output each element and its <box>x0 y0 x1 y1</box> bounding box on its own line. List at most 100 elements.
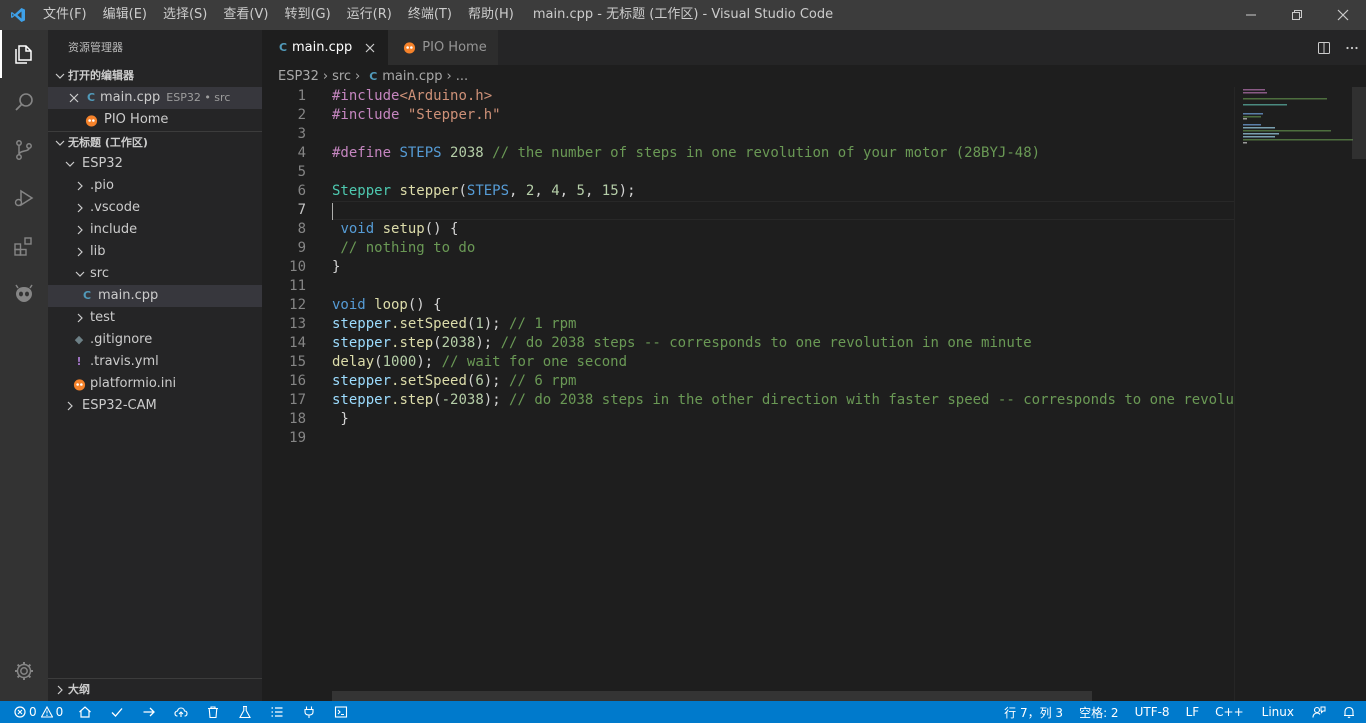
menu-view[interactable]: 查看(V) <box>215 0 276 30</box>
tab-pio-home[interactable]: PIO Home <box>388 30 499 65</box>
sidebar-title: 资源管理器 <box>68 41 123 54</box>
code-token: 15 <box>601 183 619 199</box>
indentation[interactable]: 空格: 2 <box>1071 701 1127 723</box>
close-icon <box>365 43 375 52</box>
minimize-button[interactable] <box>1228 0 1274 30</box>
run-debug-button[interactable] <box>0 174 48 222</box>
cpp-file-icon: C <box>82 289 92 302</box>
code-editor[interactable]: 1 2 3 4 5 6 7 8 9 10 11 12 13 14 15 16 1… <box>262 87 1366 701</box>
chevron-right-icon <box>72 219 88 241</box>
code-line: #include "Stepper.h" <box>332 106 1234 125</box>
pio-remote-upload-button[interactable] <box>165 701 197 723</box>
open-editor-pio-home[interactable]: PIO Home <box>48 109 262 131</box>
tree-folder-pio[interactable]: .pio <box>48 175 262 197</box>
breadcrumb-item[interactable]: ESP32 <box>278 69 319 84</box>
menu-go[interactable]: 转到(G) <box>276 0 338 30</box>
end-of-line[interactable]: LF <box>1178 701 1208 723</box>
open-editor-main-cpp[interactable]: C main.cpp ESP32 • src <box>48 87 262 109</box>
editor-tabs: C main.cpp PIO Home <box>262 30 1366 65</box>
scrollbar-thumb[interactable] <box>1352 87 1366 159</box>
title-bar: 文件(F) 编辑(E) 选择(S) 查看(V) 转到(G) 运行(R) 终端(T… <box>0 0 1366 30</box>
pio-build-button[interactable] <box>101 701 133 723</box>
tree-label: lib <box>90 244 106 259</box>
tree-folder-vscode[interactable]: .vscode <box>48 197 262 219</box>
pio-home-status-button[interactable] <box>69 701 101 723</box>
code-token: ( <box>433 335 442 351</box>
tree-folder-include[interactable]: include <box>48 219 262 241</box>
pio-upload-button[interactable] <box>133 701 165 723</box>
tree-folder-esp32[interactable]: ESP32 <box>48 153 262 175</box>
platformio-button[interactable] <box>0 270 48 318</box>
code-token: stepper <box>332 373 392 389</box>
breadcrumb-item[interactable]: src <box>332 69 351 84</box>
code-token: .step <box>391 392 434 408</box>
breadcrumb-item[interactable]: ... <box>456 69 468 84</box>
tree-folder-lib[interactable]: lib <box>48 241 262 263</box>
code-token: .setSpeed <box>391 316 467 332</box>
tree-folder-test[interactable]: test <box>48 307 262 329</box>
pio-terminal-button[interactable] <box>325 701 357 723</box>
tree-folder-esp32-cam[interactable]: ESP32-CAM <box>48 395 262 417</box>
code-line: void setup() { <box>332 220 1234 239</box>
menu-help[interactable]: 帮助(H) <box>460 0 522 30</box>
platform[interactable]: Linux <box>1252 701 1304 723</box>
pio-serial-monitor-button[interactable] <box>293 701 325 723</box>
code-text[interactable]: #include<Arduino.h> #include "Stepper.h"… <box>332 87 1234 448</box>
vertical-scrollbar[interactable] <box>1352 87 1366 701</box>
line-number: 13 <box>289 316 306 332</box>
feedback-button[interactable] <box>1304 701 1334 723</box>
line-number: 12 <box>289 297 306 313</box>
explorer-button[interactable] <box>0 30 48 78</box>
notifications-button[interactable] <box>1334 701 1366 723</box>
tree-file-platformio-ini[interactable]: platformio.ini <box>48 373 262 395</box>
horizontal-scrollbar[interactable] <box>332 691 1092 701</box>
code-token: void <box>340 221 375 237</box>
encoding[interactable]: UTF-8 <box>1127 701 1178 723</box>
tree-folder-src[interactable]: src <box>48 263 262 285</box>
tree-label: platformio.ini <box>90 376 177 391</box>
split-editor-button[interactable] <box>1310 30 1338 65</box>
tab-main-cpp[interactable]: C main.cpp <box>262 30 389 65</box>
code-line: } <box>332 258 1234 277</box>
tab-close-button[interactable] <box>362 40 378 56</box>
minimap[interactable] <box>1234 87 1353 701</box>
manage-button[interactable] <box>0 647 48 695</box>
cpp-file-icon: C <box>86 91 96 104</box>
tree-file-main-cpp[interactable]: C main.cpp <box>48 285 262 307</box>
pio-test-button[interactable] <box>229 701 261 723</box>
pio-clean-button[interactable] <box>197 701 229 723</box>
chevron-down-icon <box>52 132 68 154</box>
tree-label: main.cpp <box>98 288 159 303</box>
pio-tasks-button[interactable] <box>261 701 293 723</box>
code-token: void <box>332 297 366 313</box>
language-mode[interactable]: C++ <box>1207 701 1252 723</box>
code-token: stepper <box>391 183 459 199</box>
warning-count: 0 <box>55 705 64 719</box>
menu-terminal[interactable]: 终端(T) <box>400 0 460 30</box>
error-icon <box>14 706 26 718</box>
close-icon[interactable] <box>66 87 82 109</box>
open-editor-label: PIO Home <box>104 112 169 127</box>
git-file-icon: ◆ <box>74 333 84 346</box>
search-button[interactable] <box>0 78 48 126</box>
menu-edit[interactable]: 编辑(E) <box>95 0 155 30</box>
cursor-position[interactable]: 行 7，列 3 <box>996 701 1071 723</box>
problems-status[interactable]: 0 0 <box>0 701 69 723</box>
tree-file-gitignore[interactable]: ◆ .gitignore <box>48 329 262 351</box>
menu-run[interactable]: 运行(R) <box>339 0 400 30</box>
menu-file[interactable]: 文件(F) <box>35 0 95 30</box>
open-editors-header[interactable]: 打开的编辑器 <box>48 65 262 87</box>
platformio-icon <box>70 373 88 395</box>
more-actions-button[interactable] <box>1338 30 1366 65</box>
line-number: 4 <box>297 145 306 161</box>
menu-selection[interactable]: 选择(S) <box>155 0 215 30</box>
restore-button[interactable] <box>1274 0 1320 30</box>
source-control-button[interactable] <box>0 126 48 174</box>
close-window-button[interactable] <box>1320 0 1366 30</box>
extensions-button[interactable] <box>0 222 48 270</box>
tree-file-travis[interactable]: ! .travis.yml <box>48 351 262 373</box>
breadcrumb-item[interactable]: main.cpp <box>382 69 442 84</box>
workspace-header[interactable]: 无标题 (工作区) <box>48 131 262 153</box>
outline-header[interactable]: 大纲 <box>48 679 262 701</box>
warning-icon <box>40 706 53 718</box>
